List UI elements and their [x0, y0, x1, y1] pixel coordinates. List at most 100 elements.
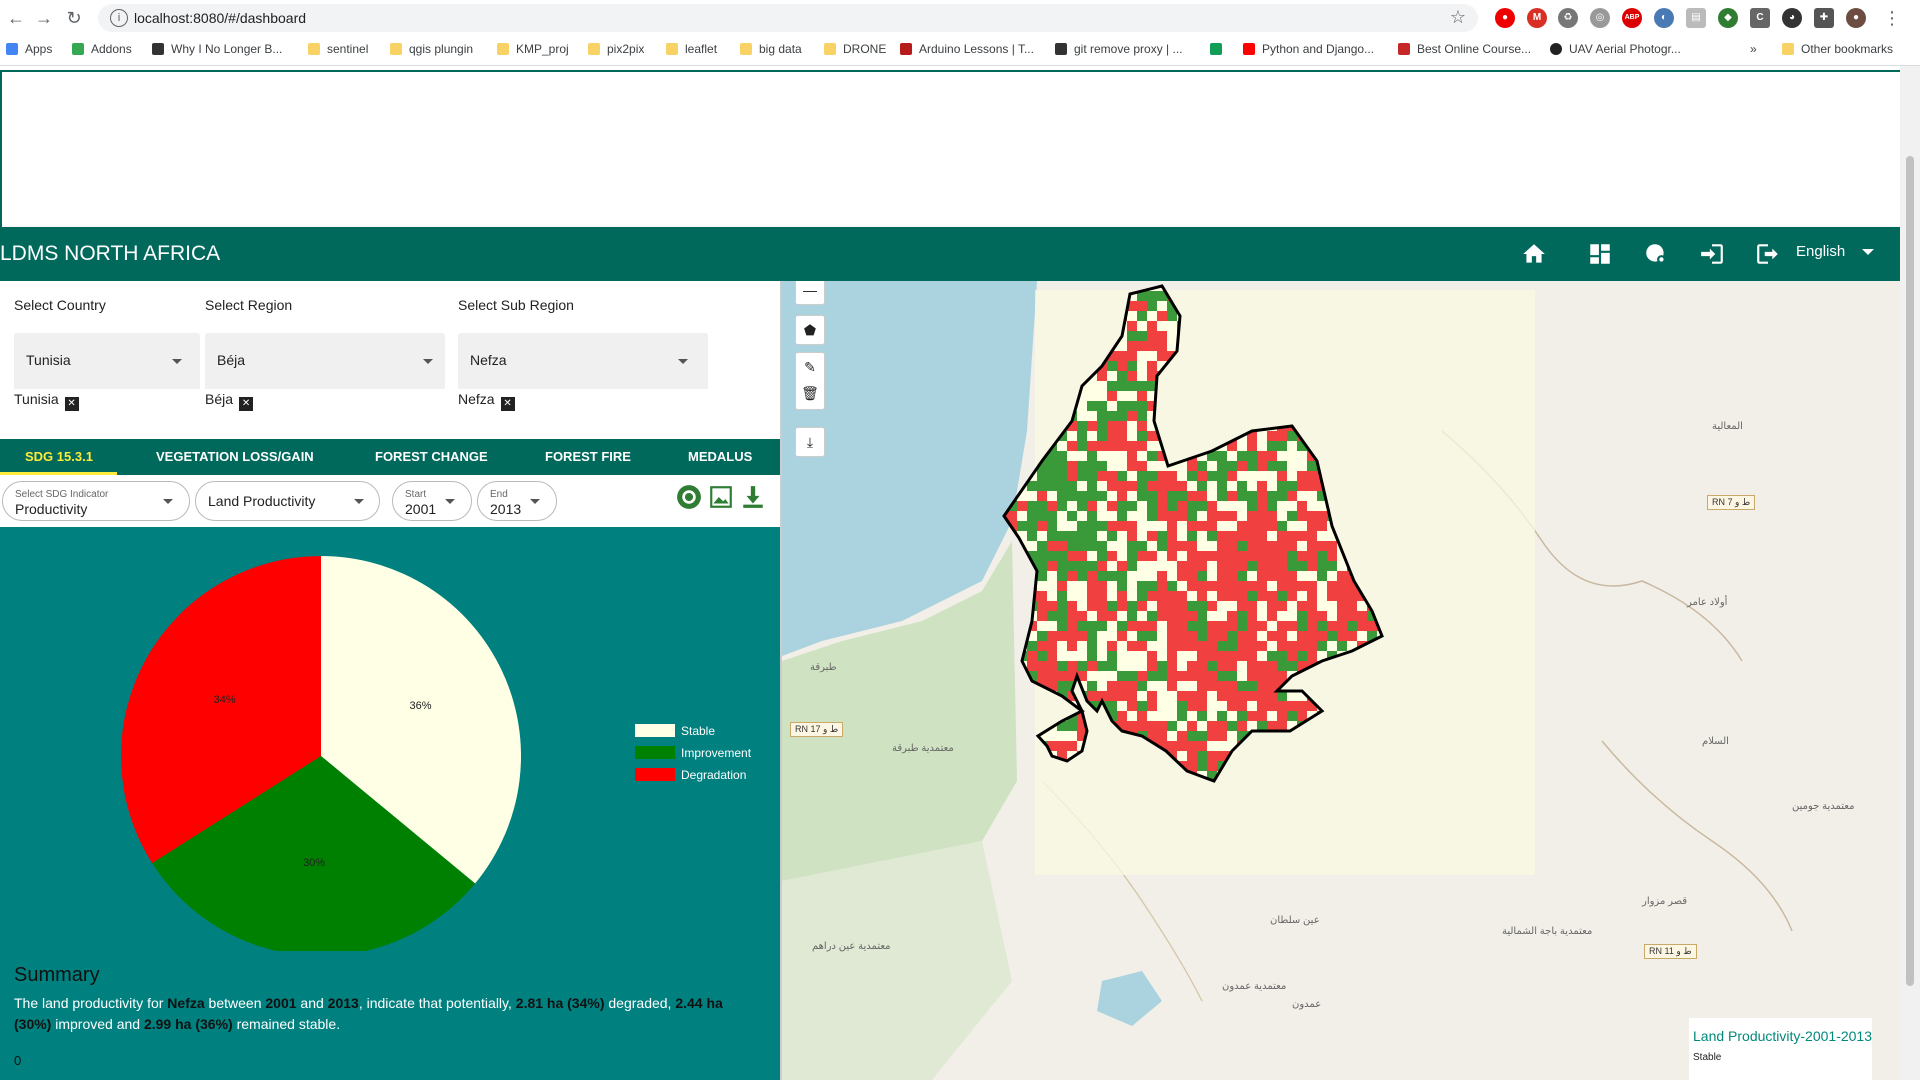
download-icon[interactable]: ⤓ — [795, 427, 825, 457]
bookmark-star-icon[interactable]: ☆ — [1450, 7, 1466, 28]
bookmark-other[interactable]: Other bookmarks — [1782, 42, 1893, 56]
tab-forest-fire[interactable]: FOREST FIRE — [545, 449, 631, 464]
legend-stable: Stable — [635, 724, 715, 738]
folder-icon — [390, 43, 402, 55]
left-panel: Select Country Select Region Select Sub … — [0, 281, 780, 1080]
bookmark-item[interactable]: KMP_proj — [497, 42, 569, 56]
top-banner-area — [0, 70, 1900, 227]
puzzle-icon — [72, 43, 84, 55]
map-view[interactable]: — ⬟ ✎ 🗑 ⤓ RN 7 ط و RN 17 ط و RN 11 ط و ط… — [782, 281, 1900, 1080]
extension-icon[interactable]: ◐ — [1654, 8, 1674, 28]
bookmark-item[interactable]: Addons — [72, 42, 132, 56]
chevron-down-icon — [445, 499, 455, 504]
download-icon[interactable] — [740, 484, 766, 510]
settings-icon[interactable] — [676, 484, 702, 510]
reload-icon[interactable]: ↻ — [62, 6, 86, 30]
menu-dots-icon[interactable]: ⋮ — [1880, 6, 1904, 30]
summary-text: The land productivity for Nefza between … — [14, 995, 723, 1032]
edit-icon[interactable]: ✎ — [796, 353, 824, 381]
subregion-select[interactable]: Nefza — [458, 333, 708, 389]
bookmark-item[interactable]: pix2pix — [588, 42, 644, 56]
tab-sdg[interactable]: SDG 15.3.1 — [25, 449, 93, 464]
info-icon[interactable]: i — [110, 9, 128, 27]
chevron-down-icon — [423, 359, 433, 364]
chevron-down-icon — [163, 499, 173, 504]
country-select[interactable]: Tunisia — [14, 333, 200, 389]
bookmark-apps[interactable]: Apps — [6, 42, 52, 56]
language-select[interactable]: English — [1796, 243, 1845, 260]
trash-icon[interactable]: 🗑 — [796, 381, 824, 409]
chevron-down-icon[interactable] — [1862, 249, 1874, 255]
close-icon[interactable]: ✕ — [239, 397, 254, 411]
bookmark-item[interactable] — [1210, 42, 1229, 56]
bookmark-item[interactable]: sentinel — [308, 42, 368, 56]
extension-icon[interactable]: ● — [1495, 8, 1515, 28]
pie-label: 36% — [410, 700, 432, 712]
bookmark-item[interactable]: leaflet — [666, 42, 717, 56]
logout-icon[interactable] — [1754, 241, 1782, 267]
extension-icon[interactable]: ◎ — [1590, 8, 1610, 28]
place-label: معتمدية باجة الشمالية — [1502, 926, 1593, 937]
bookmark-item[interactable]: Best Online Course... — [1398, 42, 1531, 56]
dataset-select[interactable]: Land Productivity — [195, 481, 380, 521]
tab-medalus[interactable]: MEDALUS — [688, 449, 752, 464]
sdg-indicator-select[interactable]: Select SDG Indicator Productivity — [2, 481, 190, 521]
place-label: المعالية — [1712, 421, 1743, 432]
bookmark-item[interactable]: UAV Aerial Photogr... — [1550, 42, 1681, 56]
scrollbar-thumb[interactable] — [1906, 156, 1914, 986]
login-icon[interactable] — [1698, 241, 1726, 267]
region-select[interactable]: Béja — [205, 333, 445, 389]
page-scrollbar[interactable] — [1900, 66, 1920, 1080]
globe-settings-icon[interactable] — [1642, 241, 1670, 267]
dashboard-icon[interactable] — [1586, 241, 1614, 267]
adblock-icon[interactable]: ABP — [1622, 8, 1642, 28]
active-tab-indicator — [0, 472, 117, 475]
end-year-select[interactable]: End 2013 — [477, 481, 557, 521]
puzzle-icon[interactable]: ✚ — [1814, 8, 1834, 28]
address-bar[interactable]: i localhost:8080/#/dashboard ☆ — [98, 4, 1478, 32]
close-icon[interactable]: ✕ — [64, 397, 79, 411]
forward-icon[interactable]: → — [32, 6, 56, 30]
extension-icon[interactable]: ♻ — [1558, 8, 1578, 28]
start-year-select[interactable]: Start 2001 — [392, 481, 472, 521]
site-icon — [1210, 43, 1222, 55]
bookmarks-overflow[interactable]: » — [1750, 42, 1757, 56]
back-icon[interactable]: ← — [4, 6, 28, 30]
bookmark-item[interactable]: qgis plungin — [390, 42, 473, 56]
region-chip: Béja ✕ — [205, 391, 254, 411]
legend-swatch — [635, 768, 675, 781]
avatar[interactable]: ● — [1846, 8, 1866, 28]
tab-forest-change[interactable]: FOREST CHANGE — [375, 449, 488, 464]
legend-swatch — [635, 724, 675, 737]
folder-icon — [824, 43, 836, 55]
region-value: Béja — [217, 352, 246, 368]
draw-polygon-icon[interactable]: ⬟ — [795, 315, 825, 345]
bookmark-item[interactable]: big data — [740, 42, 802, 56]
extension-icon[interactable]: ◕ — [1782, 8, 1802, 28]
subregion-chip: Nefza ✕ — [458, 391, 515, 411]
place-label: عين سلطان — [1270, 915, 1320, 926]
gmail-icon[interactable]: M — [1527, 8, 1547, 28]
close-icon[interactable]: ✕ — [500, 397, 515, 411]
image-icon[interactable] — [708, 484, 734, 510]
bookmark-item[interactable]: git remove proxy | ... — [1055, 42, 1183, 56]
draw-line-button[interactable]: — — [795, 281, 825, 305]
bookmark-item[interactable]: Python and Django... — [1243, 42, 1374, 56]
country-value: Tunisia — [26, 352, 71, 368]
map-legend-item: Stable — [1693, 1052, 1722, 1063]
site-icon — [152, 43, 164, 55]
home-icon[interactable] — [1520, 241, 1548, 267]
extension-icon[interactable]: ◆ — [1718, 8, 1738, 28]
place-label: السلام — [1702, 736, 1729, 747]
tab-vegetation[interactable]: VEGETATION LOSS/GAIN — [156, 449, 314, 464]
bookmark-item[interactable]: DRONE — [824, 42, 886, 56]
legend-degradation: Degradation — [635, 768, 746, 782]
bookmark-item[interactable]: Arduino Lessons | T... — [900, 42, 1034, 56]
subregion-label: Select Sub Region — [458, 297, 574, 313]
extension-icon[interactable]: C — [1750, 8, 1770, 28]
app-header: LDMS NORTH AFRICA English — [0, 227, 1900, 281]
extension-icon[interactable]: ▤ — [1686, 8, 1706, 28]
bookmark-item[interactable]: Why I No Longer B... — [152, 42, 282, 56]
folder-icon — [588, 43, 600, 55]
site-icon — [1550, 43, 1562, 55]
